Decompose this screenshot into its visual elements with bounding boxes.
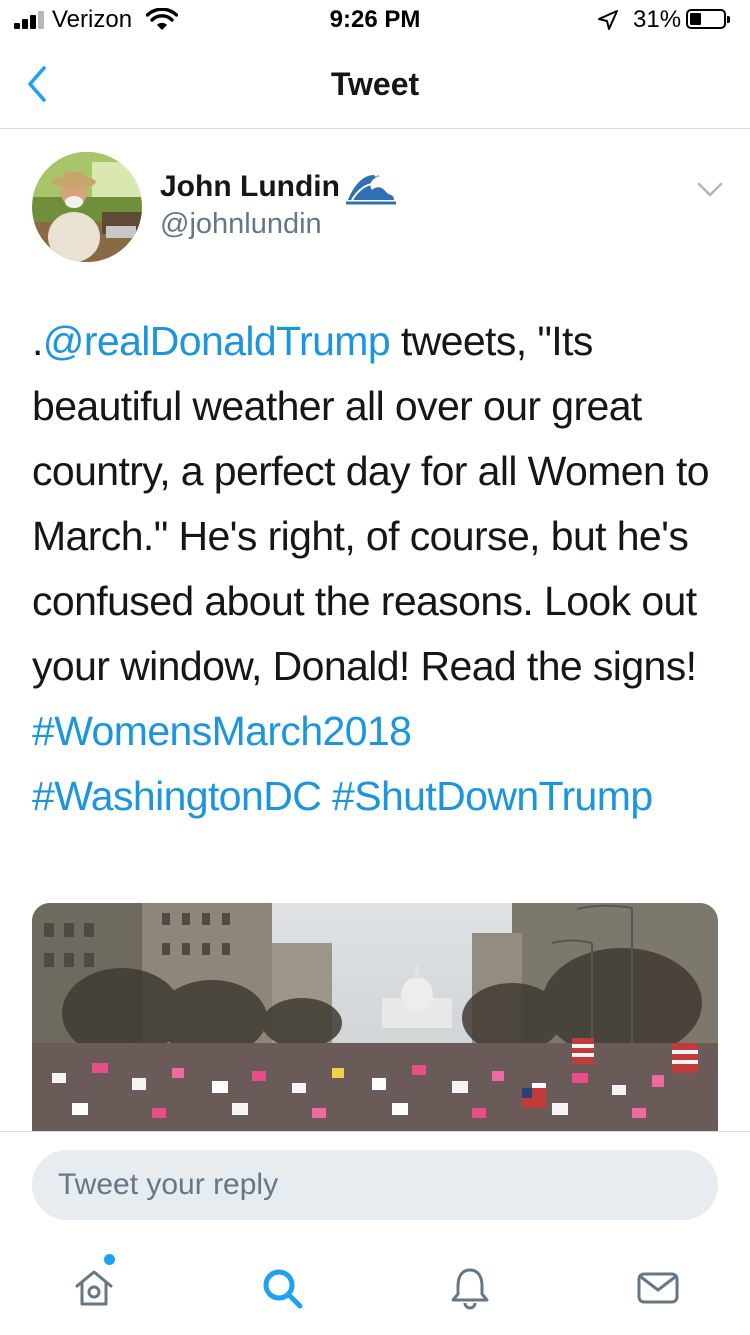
unread-dot <box>104 1254 115 1265</box>
reply-input[interactable] <box>32 1150 718 1220</box>
chevron-down-icon[interactable] <box>694 176 726 202</box>
location-arrow-icon <box>598 10 618 30</box>
tweet-text: .@realDonaldTrump tweets, "Its beautiful… <box>32 309 732 829</box>
author-handle[interactable]: @johnlundin <box>160 208 322 241</box>
water-wave-icon <box>346 173 396 205</box>
notifications-bell-icon[interactable] <box>448 1266 492 1310</box>
messages-envelope-icon[interactable] <box>636 1266 680 1310</box>
battery-percent: 31% <box>633 6 682 33</box>
search-icon[interactable] <box>260 1266 304 1310</box>
hashtag-link[interactable]: #ShutDownTrump <box>332 773 653 819</box>
reply-bar <box>0 1131 750 1335</box>
page-title: Tweet <box>330 66 420 102</box>
mention-link[interactable]: @realDonaldTrump <box>43 318 391 364</box>
tweet-text-body: tweets, "Its beautiful weather all over … <box>32 318 710 689</box>
tweet-photo[interactable] <box>32 903 718 1133</box>
hashtag-link[interactable]: #WomensMarch2018 <box>32 708 412 754</box>
author-display-name[interactable]: John Lundin <box>160 170 340 204</box>
nav-bar: Tweet <box>0 40 750 129</box>
battery-icon <box>686 9 730 29</box>
home-icon[interactable] <box>72 1266 116 1310</box>
hashtag-link[interactable]: #WashingtonDC <box>32 773 322 819</box>
status-bar: Verizon 9:26 PM 31% <box>0 0 750 40</box>
avatar[interactable] <box>32 152 142 262</box>
tweet-text-prefix: . <box>32 318 43 364</box>
